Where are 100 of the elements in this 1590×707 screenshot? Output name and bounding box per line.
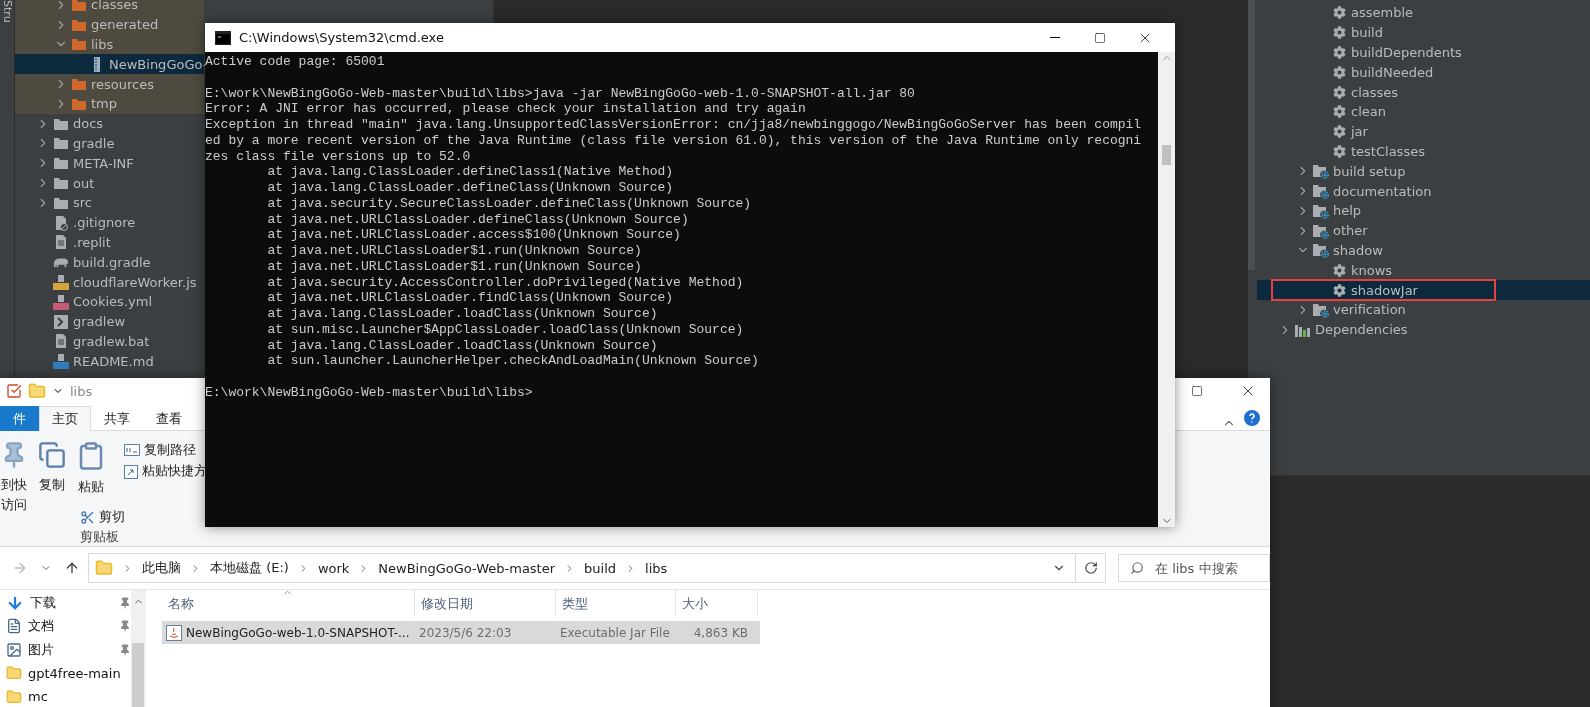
gradle-task-item[interactable]: buildNeeded bbox=[1257, 62, 1590, 83]
gradle-task-item[interactable]: jar bbox=[1257, 121, 1590, 142]
breadcrumb[interactable]: 本地磁盘 (E:) bbox=[210, 559, 289, 577]
tree-item[interactable]: gradlew bbox=[15, 311, 204, 332]
gradle-task-item[interactable]: classes bbox=[1257, 82, 1590, 102]
file-row[interactable]: NewBingGoGo-web-1.0-SNAPSHOT-... 2023/5/6 22:03 Executable Jar File 4,863 KB bbox=[162, 621, 760, 644]
help-icon[interactable] bbox=[1244, 410, 1260, 426]
gradle-task-item[interactable]: Dependencies bbox=[1257, 319, 1590, 340]
gradle-task-item[interactable]: testClasses bbox=[1257, 141, 1590, 162]
tree-item[interactable]: gradlew.bat bbox=[15, 331, 204, 352]
file-name: Cookies.yml bbox=[73, 294, 152, 310]
breadcrumb[interactable]: 此电脑 bbox=[142, 559, 181, 577]
group-label: 剪贴板 bbox=[80, 528, 120, 546]
ribbon-button[interactable]: 复制 bbox=[38, 441, 66, 520]
properties-icon[interactable] bbox=[6, 383, 22, 399]
tree-item[interactable]: NewBingGoGo- bbox=[15, 54, 204, 75]
task-name: buildDependents bbox=[1351, 45, 1462, 60]
file-name: docs bbox=[73, 116, 104, 132]
nav-item[interactable]: 文档 bbox=[0, 614, 131, 638]
console-line: E:\work\NewBingGoGo-Web-master\build\libs> bbox=[205, 384, 534, 401]
folder-icon bbox=[54, 137, 68, 150]
tree-item[interactable]: README.md bbox=[15, 351, 204, 372]
gradle-task-item[interactable]: shadowJar bbox=[1257, 280, 1590, 300]
tree-item[interactable]: tmp bbox=[15, 94, 204, 114]
tree-item[interactable]: src bbox=[15, 192, 204, 213]
nav-item[interactable]: mc bbox=[0, 685, 131, 707]
breadcrumb[interactable]: libs bbox=[645, 560, 668, 576]
nav-item[interactable]: 下载 bbox=[0, 591, 131, 615]
gradle-task-item[interactable]: clean bbox=[1257, 102, 1590, 122]
breadcrumb[interactable]: NewBingGoGo-Web-master bbox=[378, 560, 556, 576]
task-name: classes bbox=[1351, 84, 1399, 100]
tree-item[interactable]: gradle bbox=[15, 133, 204, 154]
ribbon-button[interactable]: 到快访问 bbox=[0, 441, 28, 520]
folder-icon bbox=[72, 78, 86, 91]
console-line: at sun.misc.Launcher$AppClassLoader.loadClass(Unknown Source) bbox=[266, 321, 745, 338]
gradle-task-item[interactable]: documentation bbox=[1257, 181, 1590, 201]
tool-window-tab[interactable]: Stru bbox=[0, 0, 14, 24]
folder-icon bbox=[6, 665, 22, 682]
nav-item[interactable]: gpt4free-main bbox=[0, 661, 131, 685]
file-name: gradlew.bat bbox=[73, 333, 150, 349]
gradle-task-item[interactable]: help bbox=[1257, 200, 1590, 221]
tree-item[interactable]: out bbox=[15, 173, 204, 193]
gradle-task-item[interactable]: shadow bbox=[1257, 240, 1590, 261]
tree-item[interactable]: build.gradle bbox=[15, 252, 204, 273]
ribbon-tab[interactable]: 共享 bbox=[91, 406, 143, 431]
file-name: out bbox=[73, 175, 95, 191]
folder-icon bbox=[54, 196, 68, 209]
folder-icon bbox=[54, 157, 68, 170]
tree-item[interactable]: libs bbox=[15, 34, 204, 55]
task-name: other bbox=[1333, 223, 1368, 239]
tree-item[interactable]: Cookies.yml bbox=[15, 291, 204, 312]
search-field[interactable]: 在 libs 中搜索 bbox=[1118, 554, 1270, 582]
gear-icon bbox=[1332, 46, 1346, 59]
tree-item[interactable]: classes bbox=[15, 0, 204, 15]
tree-item[interactable]: generated bbox=[15, 14, 204, 35]
yml-file-icon bbox=[53, 293, 69, 310]
scrollbar-thumb[interactable] bbox=[1248, 0, 1255, 270]
tree-item[interactable]: META-INF bbox=[15, 153, 204, 174]
table-cell-text: Executable Jar File bbox=[559, 624, 671, 642]
breadcrumb[interactable]: build bbox=[584, 560, 617, 576]
tree-item[interactable]: docs bbox=[15, 113, 204, 134]
column-header[interactable]: 名称 bbox=[162, 590, 415, 617]
ribbon-tab[interactable]: 查看 bbox=[143, 406, 195, 431]
gradle-task-item[interactable]: build setup bbox=[1257, 161, 1590, 182]
column-header[interactable]: 类型 bbox=[556, 590, 676, 617]
gradle-task-item[interactable]: build bbox=[1257, 22, 1590, 43]
breadcrumb[interactable]: work bbox=[317, 560, 350, 576]
nav-item[interactable]: 图片 bbox=[0, 638, 131, 662]
tree-item[interactable]: .replit bbox=[15, 232, 204, 253]
scrollbar-thumb[interactable] bbox=[1162, 144, 1171, 165]
address-bar[interactable]: 此电脑 本地磁盘 (E:) work NewBingGoGo-Web-master build libs bbox=[88, 553, 1106, 583]
image-icon bbox=[6, 641, 22, 658]
shortcut-icon bbox=[124, 463, 138, 479]
file-name: gradle bbox=[73, 135, 115, 151]
console-line: at java.lang.ClassLoader.loadClass(Unknown Source) bbox=[266, 306, 659, 322]
console-line: at java.security.SecureClassLoader.defineClass(Unknown Source) bbox=[266, 195, 753, 212]
gradle-task-item[interactable]: buildDependents bbox=[1257, 42, 1590, 63]
task-name: knows bbox=[1351, 262, 1393, 278]
task-name: buildNeeded bbox=[1351, 64, 1434, 80]
column-header[interactable]: 修改日期 bbox=[415, 590, 556, 617]
gradle-task-item[interactable]: verification bbox=[1257, 299, 1590, 320]
tree-item[interactable]: resources bbox=[15, 74, 204, 94]
console-line: at java.net.URLClassLoader$1.run(Unknown Source) bbox=[266, 258, 643, 275]
scrollbar-thumb[interactable] bbox=[132, 643, 144, 707]
tree-item[interactable]: .gitignore bbox=[15, 212, 204, 233]
document-icon bbox=[6, 618, 22, 635]
ribbon-tab[interactable]: 件 bbox=[0, 406, 39, 431]
ribbon-button[interactable]: 复制路径 bbox=[124, 441, 207, 459]
file-name: META-INF bbox=[73, 155, 134, 171]
tree-item[interactable]: cloudflareWorker.js bbox=[15, 272, 204, 292]
ribbon-button[interactable]: 粘贴快捷方 bbox=[124, 462, 207, 480]
console-line: at java.lang.ClassLoader.loadClass(Unknown Source) bbox=[266, 337, 659, 354]
file-name: .gitignore bbox=[73, 215, 136, 231]
column-header[interactable]: 大小 bbox=[676, 590, 758, 617]
gradle-task-item[interactable]: assemble bbox=[1257, 3, 1590, 23]
js-file-icon bbox=[53, 274, 69, 291]
gradle-task-item[interactable]: other bbox=[1257, 220, 1590, 241]
gradle-task-item[interactable]: knows bbox=[1257, 260, 1590, 281]
ribbon-tab[interactable]: 主页 bbox=[39, 406, 91, 431]
task-name: clean bbox=[1351, 104, 1386, 120]
